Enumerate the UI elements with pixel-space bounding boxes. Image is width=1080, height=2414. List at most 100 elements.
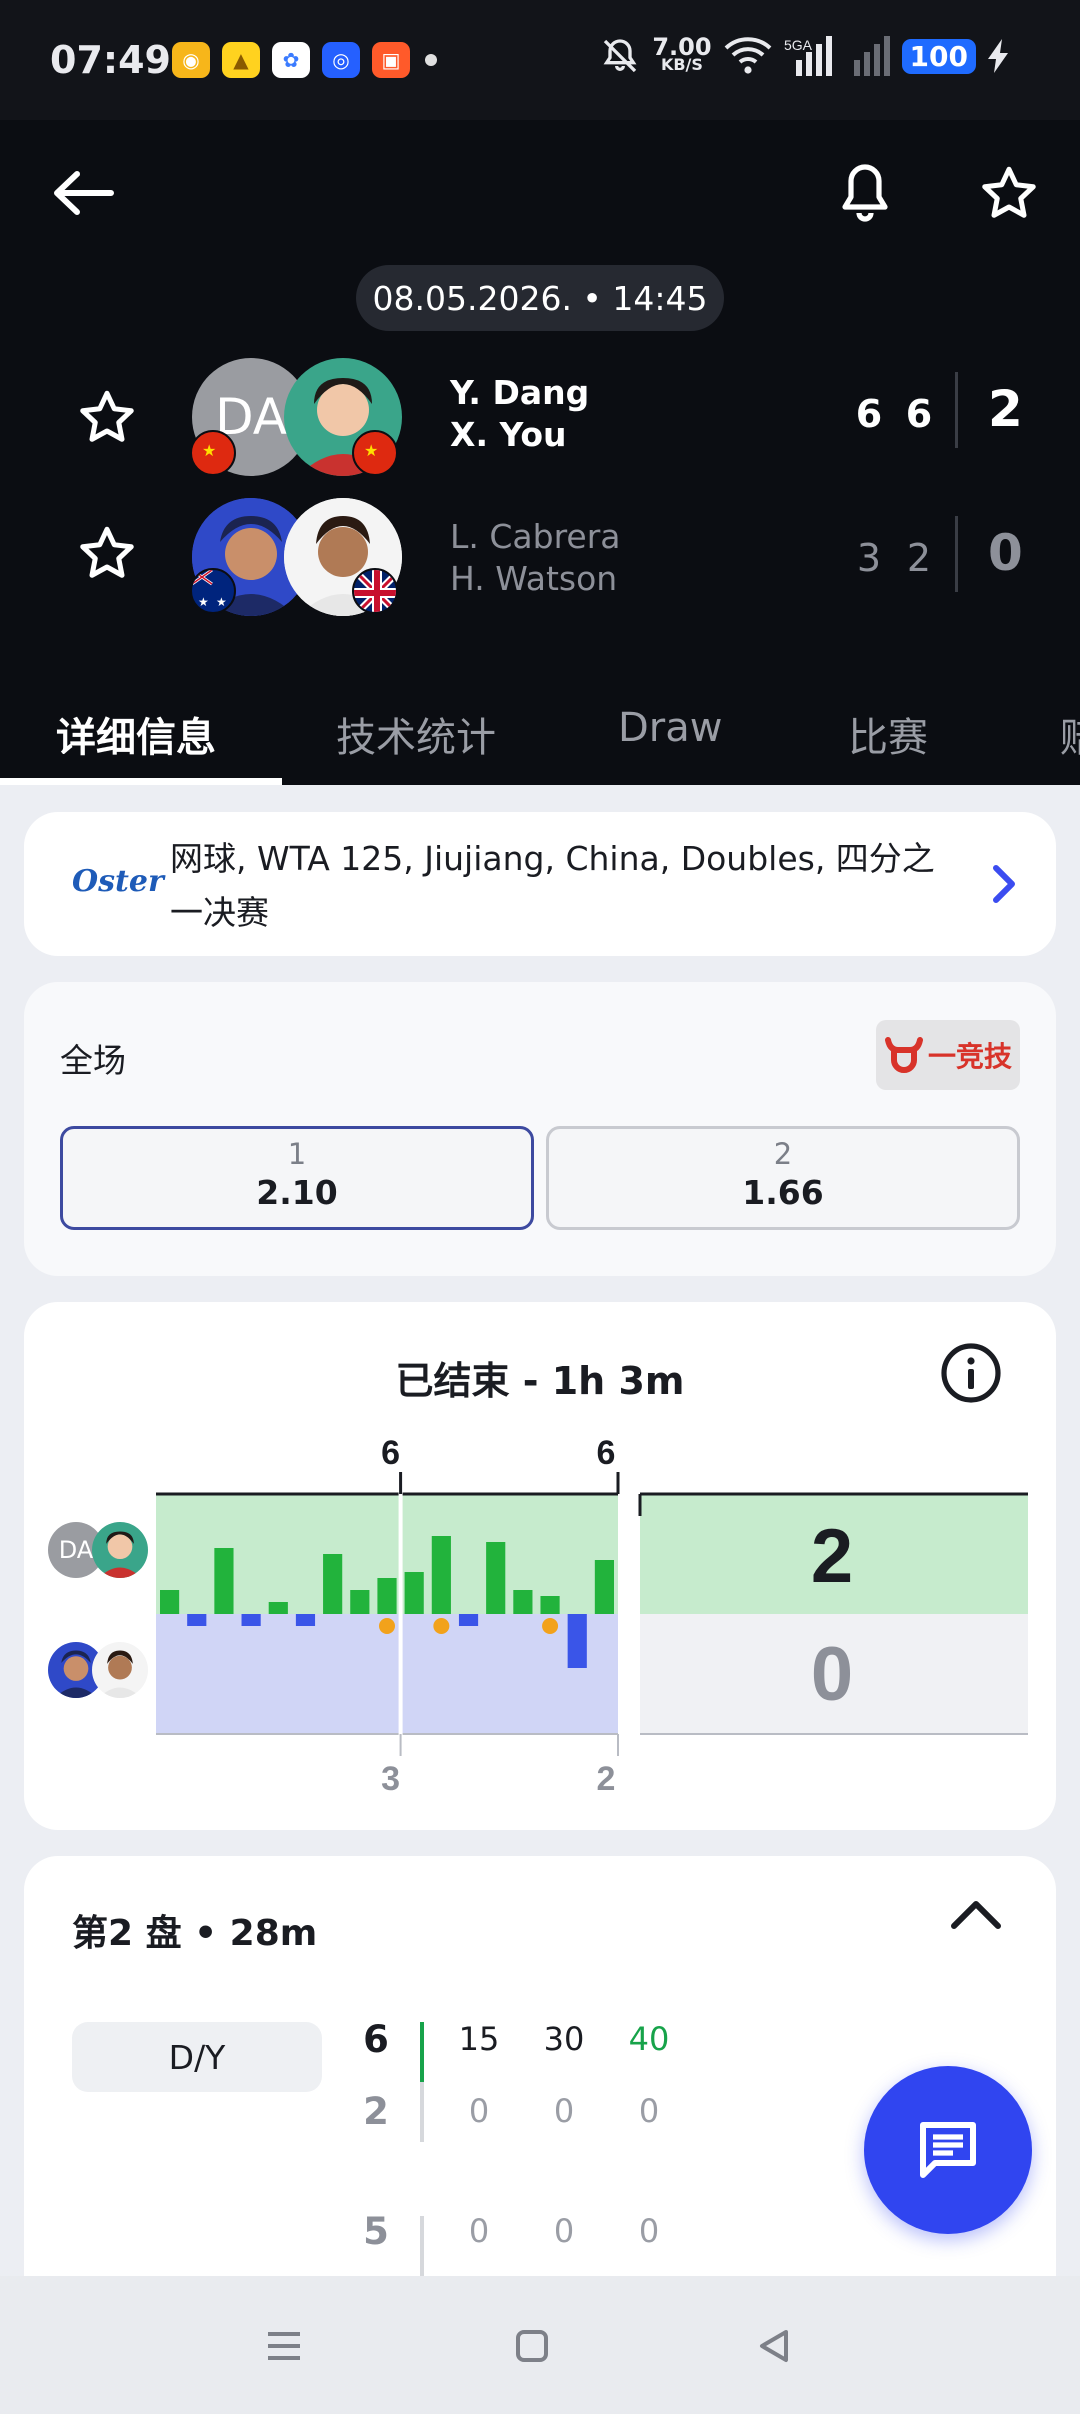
tab-draw[interactable]: Draw — [618, 705, 722, 751]
set1-team2-score: 3 — [381, 1760, 400, 1798]
notification-button[interactable] — [830, 158, 900, 228]
tab-details[interactable]: 详细信息 — [56, 705, 216, 763]
point-score: 0 — [553, 2092, 575, 2130]
svg-text:★: ★ — [216, 595, 227, 609]
momentum-bar — [540, 1596, 560, 1614]
momentum-chart: 6 6 3 2 2 0 — [156, 1434, 1028, 1798]
tab-statistics[interactable]: 技术统计 — [336, 705, 496, 763]
weibo-icon: ◉ — [172, 42, 210, 78]
break-marker — [433, 1618, 450, 1634]
odds-market-title: 全场 — [60, 1041, 126, 1080]
status-app-icons: ◉ ▲ ✿ ◎ ▣ — [172, 42, 410, 78]
wifi-icon — [724, 37, 771, 74]
bell-icon — [842, 164, 888, 222]
team1-favorite-button[interactable] — [72, 382, 142, 452]
momentum-bar — [404, 1572, 424, 1614]
team1-names: Y. Dang X. You — [450, 373, 590, 454]
system-nav-bar — [0, 2276, 1080, 2414]
odds-card: 全场 一竞技 1 2.10 2 1.66 — [24, 982, 1056, 1276]
team1-set-scores: 66 — [855, 392, 935, 436]
momentum-bar — [295, 1614, 316, 1626]
status-bar: 07:49 ◉ ▲ ✿ ◎ ▣ 7.00 KB/S 5GA 100 — [0, 0, 1080, 120]
mute-icon — [603, 39, 637, 73]
momentum-bar — [486, 1542, 506, 1614]
break-marker — [379, 1618, 395, 1634]
competition-card[interactable]: Oster 网球, WTA 125, Jiujiang, China, Doub… — [24, 812, 1056, 956]
signal-icon: 5GA — [784, 36, 832, 76]
set-title: 第2 盘 • 28m — [72, 1913, 318, 1954]
team-label: D/Y — [72, 2022, 322, 2092]
odds-option-1[interactable]: 1 2.10 — [60, 1126, 534, 1230]
momentum-bar — [268, 1602, 288, 1614]
momentum-bar — [323, 1554, 343, 1614]
point-score: 0 — [553, 2212, 575, 2250]
chevron-up-icon — [951, 1901, 1001, 1929]
tab-bar: 详细信息 技术统计 Draw 比赛 赔 — [0, 675, 1080, 785]
game-indicator — [420, 2216, 424, 2276]
bell-app-icon: ▲ — [222, 42, 260, 78]
point-score: 40 — [628, 2020, 670, 2058]
camera-app-icon: ◎ — [322, 42, 360, 78]
china-flag-icon: ★ — [190, 430, 236, 476]
notification-dot-icon — [425, 54, 437, 66]
team2-row[interactable]: ★ ★ L. Cabrera H. Watson 32 0 — [0, 496, 1080, 626]
star-icon — [982, 166, 1036, 218]
charging-icon — [988, 39, 1008, 73]
home-nav-button[interactable] — [504, 2318, 560, 2374]
momentum-bar — [567, 1614, 587, 1668]
video-app-icon: ▣ — [372, 42, 410, 78]
momentum-bar — [241, 1614, 261, 1626]
back-button[interactable] — [48, 158, 118, 228]
momentum-bar — [594, 1560, 614, 1614]
momentum-bar — [377, 1578, 397, 1614]
team1-row[interactable]: DA ★ ★ Y. Dang X. You 66 2 — [0, 352, 1080, 482]
game-score: 5 — [363, 2210, 389, 2253]
team1-sets-won: 2 — [988, 380, 1023, 438]
team2-names: L. Cabrera H. Watson — [450, 517, 621, 598]
tab-odds[interactable]: 赔 — [1060, 705, 1080, 763]
point-score: 0 — [638, 2092, 660, 2130]
odds-option-2[interactable]: 2 1.66 — [546, 1126, 1020, 1230]
uk-flag-icon — [352, 568, 398, 614]
menu-nav-button[interactable] — [256, 2318, 312, 2374]
team2-favorite-button[interactable] — [72, 518, 142, 588]
score-divider — [955, 516, 958, 592]
home-icon — [516, 2330, 548, 2362]
set1-team1-score: 6 — [381, 1434, 400, 1472]
svg-text:5GA: 5GA — [784, 37, 813, 53]
match-header: 08.05.2026. • 14:45 DA ★ ★ Y. Dang X. Yo… — [0, 120, 1080, 785]
svg-text:★: ★ — [198, 595, 209, 609]
sponsor-logo: Oster — [72, 864, 164, 899]
team2-set-scores: 32 — [856, 536, 934, 580]
break-marker — [542, 1618, 559, 1634]
competition-name: 网球, WTA 125, Jiujiang, China, Doubles, 四… — [170, 839, 935, 932]
arrow-left-icon — [54, 171, 114, 215]
active-tab-indicator — [0, 778, 282, 785]
set2-team2-score: 2 — [597, 1760, 616, 1798]
momentum-bar — [431, 1536, 451, 1614]
signal2-icon — [853, 36, 890, 76]
team2-sets-won: 0 — [988, 524, 1023, 582]
tab-matches[interactable]: 比赛 — [848, 705, 928, 763]
odds-provider-logo[interactable]: 一竞技 — [876, 1020, 1020, 1090]
momentum-bar — [214, 1548, 234, 1614]
momentum-bar — [458, 1614, 479, 1626]
game-score: 6 — [363, 2018, 389, 2061]
momentum-bar — [513, 1590, 533, 1614]
momentum-card: 已结束 - 1h 3m DA 663220 — [24, 1302, 1056, 1830]
game-indicator — [420, 2082, 424, 2142]
back-nav-button[interactable] — [746, 2318, 802, 2374]
point-score: 0 — [638, 2212, 660, 2250]
chat-button[interactable] — [864, 2066, 1032, 2234]
status-time: 07:49 — [50, 38, 171, 82]
momentum-bar — [187, 1614, 207, 1626]
game-indicator — [420, 2022, 424, 2082]
svg-text:★: ★ — [364, 441, 378, 460]
fitness-app-icon: ✿ — [272, 42, 310, 78]
australia-flag-icon: ★ ★ — [190, 568, 236, 614]
collapse-button[interactable] — [948, 1896, 1004, 1936]
favorite-match-button[interactable] — [974, 158, 1044, 228]
bull-logo-icon — [884, 1037, 923, 1073]
chevron-right-icon — [990, 862, 1020, 910]
game-score: 2 — [363, 2090, 389, 2133]
